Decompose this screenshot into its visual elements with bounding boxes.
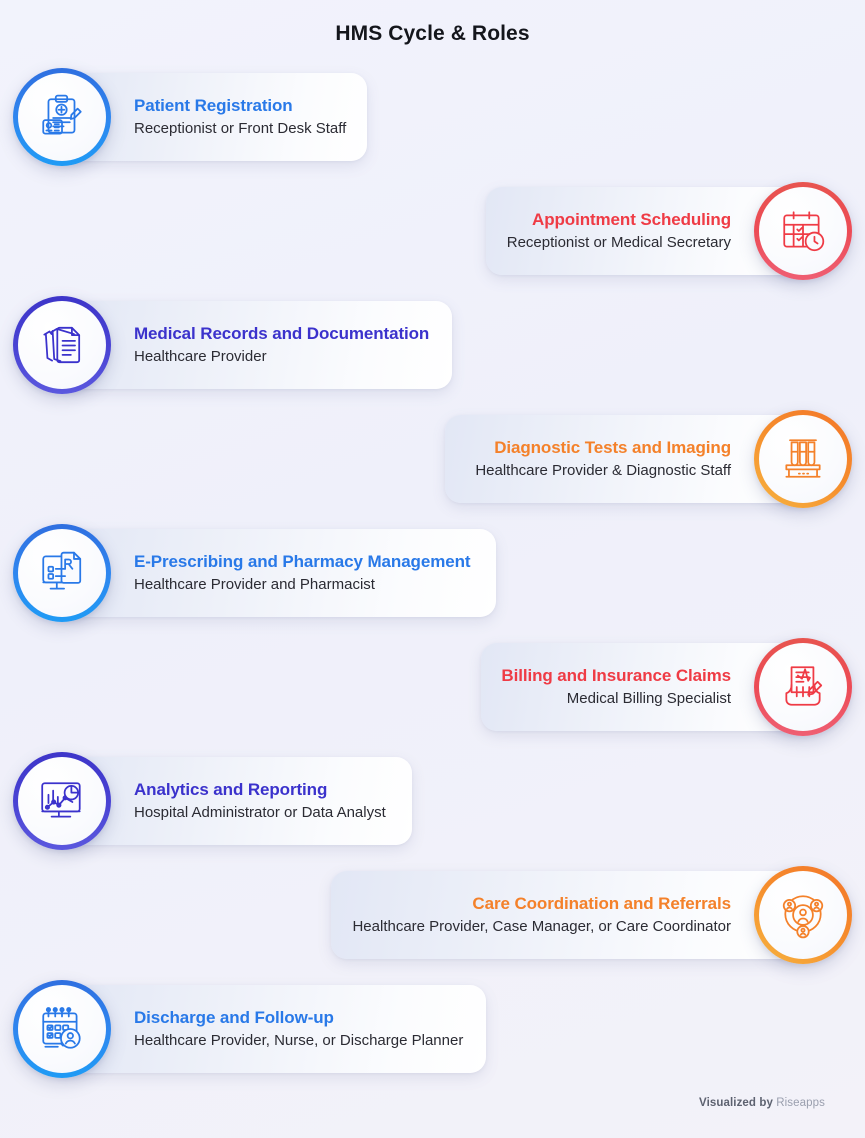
- care-network-icon: [759, 871, 847, 959]
- step-card[interactable]: E-Prescribing and Pharmacy Management Hea…: [62, 529, 496, 617]
- calendar-clock-icon: [759, 187, 847, 275]
- step-icon-circle: [754, 638, 852, 736]
- footer-brand: Riseapps: [776, 1097, 825, 1109]
- step-role: Healthcare Provider and Pharmacist: [134, 575, 375, 593]
- step-role: Receptionist or Medical Secretary: [506, 233, 731, 251]
- rx-monitor-icon: [18, 529, 106, 617]
- step-title: Billing and Insurance Claims: [501, 665, 731, 685]
- step-role: Healthcare Provider: [134, 347, 267, 365]
- step-title: Medical Records and Documentation: [134, 323, 430, 343]
- step-icon-circle: [13, 524, 111, 622]
- analytics-monitor-icon: [18, 757, 106, 845]
- step-row: Diagnostic Tests and Imaging Healthcare P…: [0, 402, 865, 516]
- step-title: Discharge and Follow-up: [134, 1007, 334, 1027]
- step-item-6[interactable]: Billing and Insurance Claims Medical Bill…: [481, 635, 852, 739]
- step-item-5[interactable]: E-Prescribing and Pharmacy Management Hea…: [13, 521, 496, 625]
- test-tubes-icon: [759, 415, 847, 503]
- step-icon-circle: [754, 410, 852, 508]
- step-icon-circle: [13, 296, 111, 394]
- clipboard-medical-icon: [18, 73, 106, 161]
- step-role: Receptionist or Front Desk Staff: [134, 119, 347, 137]
- step-icon-circle: [13, 980, 111, 1078]
- step-role: Healthcare Provider, Case Manager, or Ca…: [352, 917, 731, 935]
- step-title: Care Coordination and Referrals: [472, 893, 731, 913]
- step-title: Diagnostic Tests and Imaging: [494, 437, 731, 457]
- page-title: HMS Cycle & Roles: [335, 22, 530, 45]
- step-role: Healthcare Provider & Diagnostic Staff: [475, 461, 731, 479]
- step-row: Billing and Insurance Claims Medical Bill…: [0, 630, 865, 744]
- step-card[interactable]: Discharge and Follow-up Healthcare Provid…: [62, 985, 486, 1073]
- step-card[interactable]: Care Coordination and Referrals Healthcar…: [331, 871, 803, 959]
- step-item-3[interactable]: Medical Records and Documentation Healthc…: [13, 293, 452, 397]
- step-row: Appointment Scheduling Receptionist or Me…: [0, 174, 865, 288]
- step-card[interactable]: Analytics and Reporting Hospital Administ…: [62, 757, 412, 845]
- step-icon-circle: [13, 68, 111, 166]
- step-item-8[interactable]: Care Coordination and Referrals Healthcar…: [331, 863, 852, 967]
- step-icon-circle: [754, 866, 852, 964]
- step-card[interactable]: Medical Records and Documentation Healthc…: [62, 301, 452, 389]
- footer-attribution: Visualized by Riseapps: [699, 1097, 825, 1109]
- step-role: Medical Billing Specialist: [566, 689, 731, 707]
- step-card[interactable]: Diagnostic Tests and Imaging Healthcare P…: [445, 415, 803, 503]
- step-row: Analytics and Reporting Hospital Administ…: [0, 744, 865, 858]
- insurance-claim-icon: [759, 643, 847, 731]
- step-role: Healthcare Provider, Nurse, or Discharge…: [134, 1031, 464, 1049]
- step-row: Care Coordination and Referrals Healthcar…: [0, 858, 865, 972]
- step-row: Discharge and Follow-up Healthcare Provid…: [0, 972, 865, 1086]
- step-role: Hospital Administrator or Data Analyst: [134, 803, 386, 821]
- steps-list: Patient Registration Receptionist or Fron…: [0, 60, 865, 1086]
- step-row: Medical Records and Documentation Healthc…: [0, 288, 865, 402]
- calendar-patient-icon: [18, 985, 106, 1073]
- step-row: Patient Registration Receptionist or Fron…: [0, 60, 865, 174]
- step-item-1[interactable]: Patient Registration Receptionist or Fron…: [13, 65, 367, 169]
- infographic-root: HMS Cycle & Roles Patient Registration Re…: [0, 0, 865, 1109]
- footer-prefix: Visualized by: [699, 1097, 773, 1109]
- documents-stack-icon: [18, 301, 106, 389]
- step-item-7[interactable]: Analytics and Reporting Hospital Administ…: [13, 749, 412, 853]
- step-title: Analytics and Reporting: [134, 779, 328, 799]
- step-item-9[interactable]: Discharge and Follow-up Healthcare Provid…: [13, 977, 486, 1081]
- step-row: E-Prescribing and Pharmacy Management Hea…: [0, 516, 865, 630]
- step-title: Appointment Scheduling: [532, 209, 731, 229]
- step-item-2[interactable]: Appointment Scheduling Receptionist or Me…: [486, 179, 852, 283]
- step-item-4[interactable]: Diagnostic Tests and Imaging Healthcare P…: [445, 407, 852, 511]
- step-title: Patient Registration: [134, 95, 293, 115]
- step-icon-circle: [13, 752, 111, 850]
- step-title: E-Prescribing and Pharmacy Management: [134, 551, 471, 571]
- step-icon-circle: [754, 182, 852, 280]
